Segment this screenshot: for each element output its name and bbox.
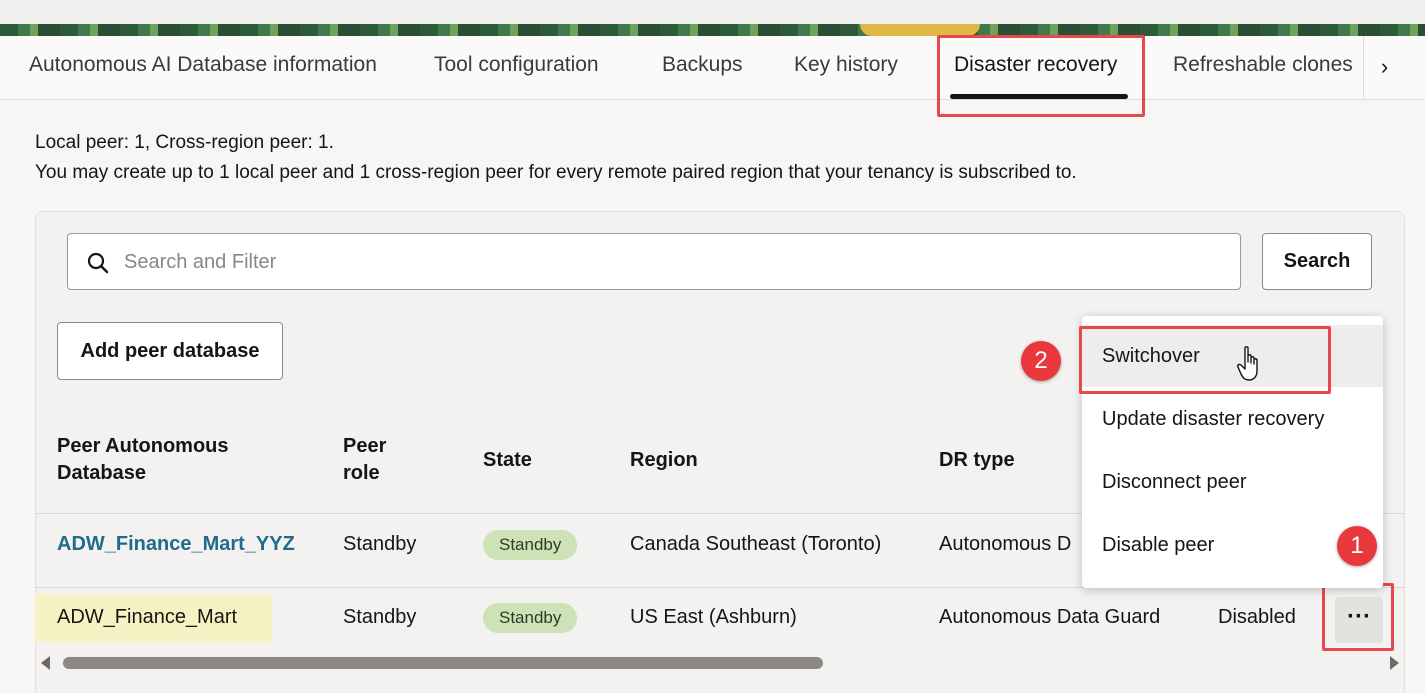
header-banner [0,24,1425,36]
tab-bar: Autonomous AI Database information Tool … [0,36,1425,100]
row-actions-button[interactable]: ··· [1335,597,1383,643]
search-input[interactable] [124,242,1224,282]
dr-status-cell: Disabled [1218,606,1296,628]
status-badge: Standby [483,603,578,633]
peer-database-link[interactable]: ADW_Finance_Mart_YYZ [57,533,295,556]
peer-role-cell: Standby [343,533,417,555]
column-header-peer-role: Peer role [343,433,386,487]
step-2-badge: 2 [1021,341,1061,381]
region-cell: US East (Ashburn) [630,606,797,628]
add-peer-database-button[interactable]: Add peer database [57,322,283,380]
tab-backups[interactable]: Backups [662,36,743,100]
column-header-peer-database-line1: Peer Autonomous [57,435,229,457]
horizontal-scrollbar[interactable] [36,652,1404,674]
search-button[interactable]: Search [1262,233,1372,290]
column-header-dr-type: DR type [939,449,1015,471]
tab-autonomous-db-information[interactable]: Autonomous AI Database information [29,36,377,100]
dr-type-cell: Autonomous D [939,533,1072,555]
column-header-peer-database: Peer Autonomous Database [57,433,229,487]
peer-count-text: Local peer: 1, Cross-region peer: 1. [35,132,334,153]
column-header-region: Region [630,449,698,471]
more-actions-icon: ··· [1347,603,1371,630]
dr-type-cell: Autonomous Data Guard [939,606,1161,628]
peer-role-cell: Standby [343,606,417,628]
column-header-peer-database-line2: Database [57,462,146,484]
chevron-right-icon: › [1380,54,1389,79]
search-filter-box[interactable] [67,233,1241,290]
tab-key-history[interactable]: Key history [794,36,898,100]
scrollbar-thumb[interactable] [63,657,823,669]
scroll-left-arrow-icon[interactable] [41,656,50,670]
banner-decoration [860,24,980,36]
tab-disaster-recovery[interactable]: Disaster recovery [954,36,1117,100]
menu-item-disconnect-peer[interactable]: Disconnect peer [1082,451,1383,513]
status-badge: Standby [483,530,578,560]
menu-item-switchover[interactable]: Switchover [1082,325,1383,387]
tab-refreshable-clones[interactable]: Refreshable clones [1173,36,1353,100]
search-icon [87,252,109,274]
scroll-right-arrow-icon[interactable] [1390,656,1399,670]
tab-scroll-right-button[interactable]: › [1363,36,1405,99]
active-tab-indicator [950,94,1128,99]
peer-database-name: ADW_Finance_Mart [57,606,238,628]
column-header-peer-role-line2: role [343,462,380,484]
column-header-peer-role-line1: Peer [343,435,387,457]
top-strip [0,0,1425,24]
region-cell: Canada Southeast (Toronto) [630,533,882,555]
column-header-state: State [483,449,532,471]
peer-limit-text: You may create up to 1 local peer and 1 … [35,162,1077,183]
tab-tool-configuration[interactable]: Tool configuration [434,36,599,100]
hand-cursor-icon [1237,346,1258,381]
step-1-badge: 1 [1337,526,1377,566]
tab-bar-edge [1405,36,1425,99]
menu-item-update-disaster-recovery[interactable]: Update disaster recovery [1082,388,1383,450]
